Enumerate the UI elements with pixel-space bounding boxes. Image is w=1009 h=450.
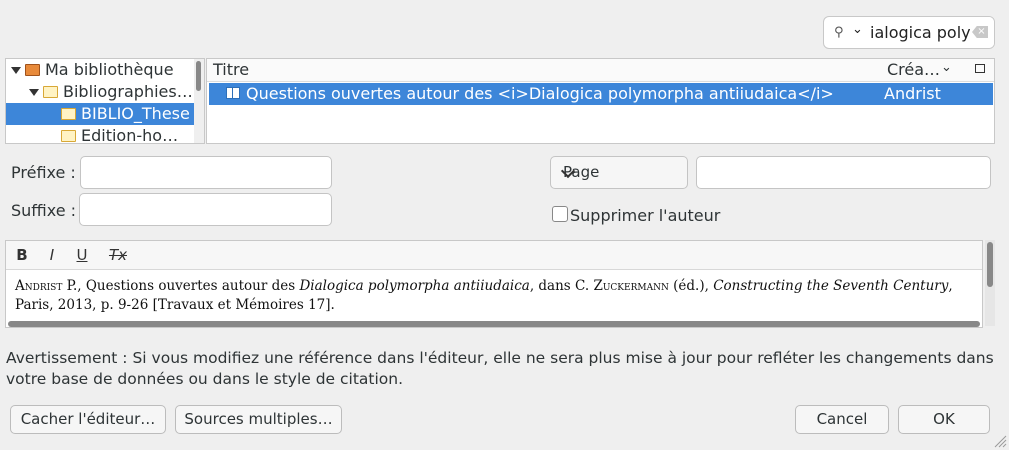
- citation-editor-name: Zuckermann: [593, 278, 669, 294]
- library-icon: [25, 64, 40, 76]
- row-title: Questions ouvertes autour des <i>Dialogi…: [246, 84, 834, 103]
- row-creator: Andrist: [884, 84, 941, 103]
- suppress-author-label[interactable]: Supprimer l'auteur: [570, 206, 720, 225]
- editor-vertical-scrollbar[interactable]: [985, 240, 995, 326]
- scrollbar-thumb[interactable]: [987, 242, 993, 287]
- clear-icon: ×: [972, 26, 988, 38]
- clear-search-button[interactable]: ×: [970, 17, 994, 48]
- folder-icon: [61, 130, 76, 142]
- prefix-input[interactable]: [80, 156, 332, 189]
- sort-chevron-icon[interactable]: ⌄: [941, 60, 952, 75]
- underline-button[interactable]: U: [72, 245, 92, 265]
- italic-button[interactable]: I: [42, 245, 62, 265]
- scrollbar-thumb[interactable]: [196, 61, 201, 91]
- tree-item-biblio-these[interactable]: BIBLIO_These: [6, 103, 204, 125]
- items-list[interactable]: Titre Créa… ⌄ Questions ouvertes autour …: [206, 58, 995, 144]
- tree-item-label: Edition-ho…: [81, 126, 179, 144]
- clear-format-button[interactable]: Tx: [108, 245, 128, 265]
- folder-icon: [61, 108, 76, 120]
- tree-item-bibliographies[interactable]: Bibliographies…: [6, 81, 204, 103]
- table-row[interactable]: Questions ouvertes autour des <i>Dialogi…: [209, 83, 993, 105]
- column-header-title[interactable]: Titre: [213, 60, 249, 79]
- prefix-label: Préfixe :: [11, 163, 76, 182]
- multiple-sources-button[interactable]: Sources multiples…: [175, 405, 342, 434]
- tree-item-edition[interactable]: Edition-ho…: [6, 125, 204, 144]
- citation-editor[interactable]: B I U Tx Andrist P., Questions ouvertes …: [5, 240, 983, 328]
- ok-button[interactable]: OK: [898, 405, 990, 434]
- column-picker-icon[interactable]: [975, 64, 985, 73]
- collection-tree[interactable]: Ma bibliothèque Bibliographies… BIBLIO_T…: [5, 58, 205, 144]
- column-header-creator[interactable]: Créa…: [887, 60, 940, 79]
- chevron-down-icon[interactable]: ⌄: [852, 22, 863, 37]
- folder-icon: [43, 86, 58, 98]
- citation-author: Andrist: [15, 278, 63, 294]
- cancel-button[interactable]: Cancel: [795, 405, 889, 434]
- citation-book-title: Constructing the Seventh Century: [713, 278, 949, 294]
- editor-toolbar: B I U Tx: [6, 241, 982, 270]
- tree-item-label: Bibliographies…: [63, 82, 193, 101]
- resize-grip-icon[interactable]: [993, 434, 1007, 448]
- expand-triangle-icon[interactable]: [11, 67, 21, 74]
- tree-scrollbar[interactable]: [194, 59, 204, 143]
- locator-select[interactable]: Page: [550, 156, 688, 189]
- tree-item-library[interactable]: Ma bibliothèque: [6, 59, 204, 81]
- suffix-input[interactable]: [79, 193, 332, 226]
- suppress-author-checkbox[interactable]: [552, 206, 568, 222]
- tree-item-label: BIBLIO_These: [81, 104, 190, 123]
- book-section-icon: [226, 87, 240, 99]
- citation-title: Dialogica polymorpha antiiudaica: [299, 278, 530, 294]
- locator-input[interactable]: [696, 156, 991, 189]
- tree-item-label: Ma bibliothèque: [45, 60, 174, 79]
- search-icon[interactable]: ⚲: [834, 25, 850, 41]
- suffix-label: Suffixe :: [11, 201, 77, 220]
- search-input[interactable]: ialogica poly: [870, 23, 971, 42]
- citation-part: P., Questions ouvertes autour des: [62, 278, 300, 294]
- citation-text[interactable]: Andrist P., Questions ouvertes autour de…: [15, 277, 970, 315]
- citation-part: (éd.),: [668, 278, 714, 294]
- bold-button[interactable]: B: [12, 245, 32, 265]
- expand-triangle-icon[interactable]: [29, 89, 39, 96]
- editor-horizontal-scrollbar[interactable]: [8, 321, 980, 327]
- search-field[interactable]: ⚲ ⌄ ialogica poly ×: [823, 16, 995, 49]
- editor-warning: Avertissement : Si vous modifiez une réf…: [6, 349, 994, 388]
- hide-editor-button[interactable]: Cacher l'éditeur…: [10, 405, 166, 434]
- citation-part: , dans C.: [529, 278, 594, 294]
- items-header: Titre Créa… ⌄: [207, 59, 994, 82]
